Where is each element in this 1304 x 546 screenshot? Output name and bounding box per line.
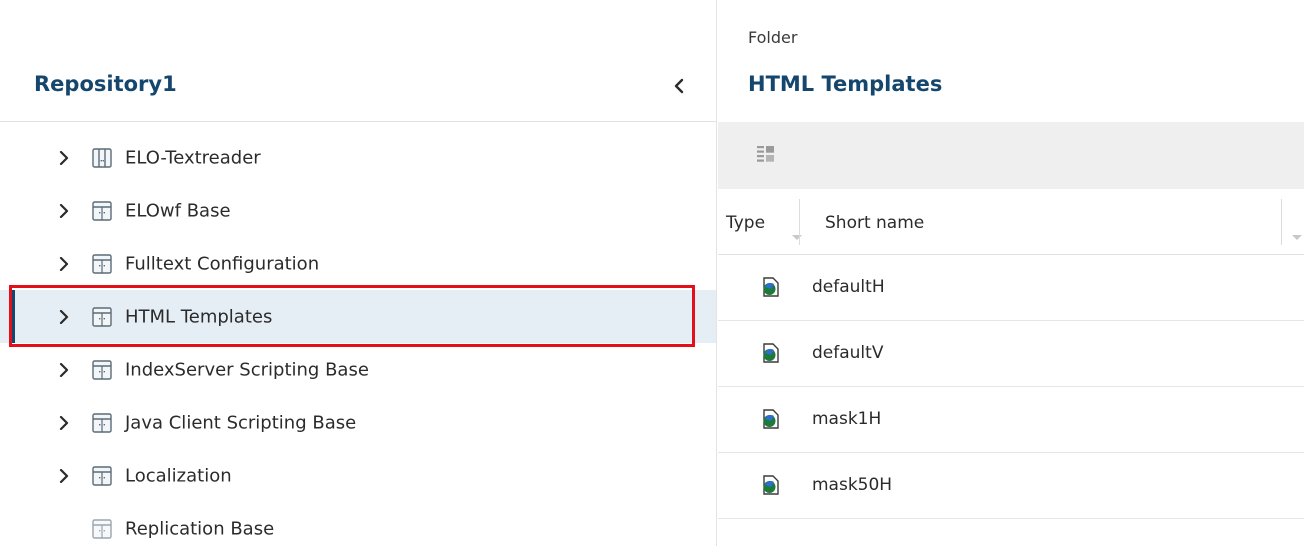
tree-item-java-client-scripting-base[interactable]: Java Client Scripting Base (0, 396, 716, 449)
column-divider[interactable] (1281, 199, 1282, 245)
tree-item-label: ELO-Textreader (125, 147, 261, 168)
tree-item-fulltext-configuration[interactable]: Fulltext Configuration (0, 237, 716, 290)
list-item-name: defaultV (812, 343, 884, 363)
repository-panel: Repository1 ELO-Textreader ELOwf Base Fu… (0, 0, 717, 546)
folder-content-panel: Folder HTML Templates Type Short name de… (718, 0, 1304, 546)
column-header-short-name[interactable]: Short name (825, 189, 1285, 255)
chevron-right-icon[interactable] (59, 309, 69, 324)
list-item[interactable]: defaultH (718, 255, 1304, 321)
folder-icon (92, 518, 112, 539)
list-item-name: mask50H (812, 475, 893, 495)
list-view-icon[interactable] (756, 144, 776, 164)
tree-item-label: HTML Templates (125, 306, 273, 327)
column-header-row: Type Short name (718, 189, 1304, 255)
folder-icon (92, 465, 112, 486)
document-icon (763, 475, 779, 495)
column-header-label: Type (726, 213, 766, 233)
collapse-panel-button[interactable] (668, 74, 690, 98)
folder-icon (92, 147, 112, 168)
column-header-label: Short name (825, 213, 925, 233)
folder-icon (92, 306, 112, 327)
chevron-right-icon[interactable] (59, 362, 69, 377)
chevron-left-icon (674, 78, 684, 94)
tree-item-label: IndexServer Scripting Base (125, 359, 369, 380)
chevron-right-icon[interactable] (59, 468, 69, 483)
list-item[interactable]: defaultV (718, 321, 1304, 387)
list-item[interactable]: mask50H (718, 453, 1304, 519)
content-toolbar (718, 122, 1304, 189)
folder-title: HTML Templates (748, 72, 943, 96)
tree-item-label: Fulltext Configuration (125, 253, 320, 274)
tree-item-indexserver-scripting-base[interactable]: IndexServer Scripting Base (0, 343, 716, 396)
folder-type-label: Folder (748, 28, 798, 47)
list-item-name: mask1H (812, 409, 882, 429)
chevron-right-icon[interactable] (59, 415, 69, 430)
repository-title: Repository1 (34, 72, 177, 96)
chevron-right-icon[interactable] (59, 203, 69, 218)
list-item-name: defaultH (812, 277, 885, 297)
sort-caret-icon (1292, 235, 1302, 240)
folder-tree: ELO-Textreader ELOwf Base Fulltext Confi… (0, 131, 716, 546)
list-item[interactable]: mask1H (718, 387, 1304, 453)
tree-item-label: Replication Base (125, 518, 275, 539)
document-icon (763, 409, 779, 429)
column-divider[interactable] (799, 199, 800, 245)
document-icon (763, 277, 779, 297)
tree-item-localization[interactable]: Localization (0, 449, 716, 502)
document-icon (763, 343, 779, 363)
chevron-right-icon[interactable] (59, 256, 69, 271)
tree-item-elo-textreader[interactable]: ELO-Textreader (0, 131, 716, 184)
column-header-type[interactable]: Type (726, 189, 802, 255)
chevron-right-icon[interactable] (59, 150, 69, 165)
sort-caret-icon (792, 235, 802, 240)
folder-icon (92, 253, 112, 274)
tree-item-elowf-base[interactable]: ELOwf Base (0, 184, 716, 237)
tree-item-replication-base[interactable]: Replication Base (0, 502, 716, 546)
folder-icon (92, 359, 112, 380)
tree-item-label: Localization (125, 465, 232, 486)
repository-header: Repository1 (0, 0, 716, 122)
folder-icon (92, 412, 112, 433)
tree-item-html-templates[interactable]: HTML Templates (0, 290, 716, 343)
app-window: Repository1 ELO-Textreader ELOwf Base Fu… (0, 0, 1304, 546)
tree-item-label: ELOwf Base (125, 200, 231, 221)
tree-item-label: Java Client Scripting Base (125, 412, 357, 433)
folder-icon (92, 200, 112, 221)
